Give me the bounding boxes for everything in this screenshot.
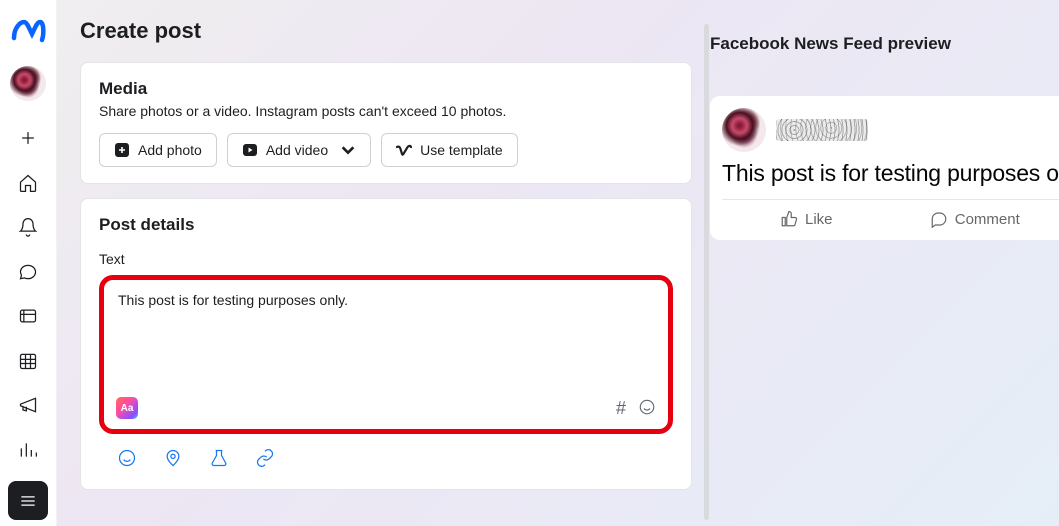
use-template-label: Use template — [420, 142, 502, 158]
avatar[interactable] — [10, 66, 46, 101]
add-video-icon — [242, 142, 258, 158]
content-icon[interactable] — [8, 297, 48, 336]
sidebar — [0, 0, 57, 526]
emoji-button[interactable] — [638, 398, 656, 419]
chevron-down-icon — [340, 142, 356, 158]
create-icon[interactable] — [8, 119, 48, 158]
vimeo-icon — [396, 142, 412, 158]
preview-author-redacted — [776, 119, 868, 141]
link-icon[interactable] — [255, 448, 275, 473]
planner-icon[interactable] — [8, 342, 48, 381]
all-tools-icon[interactable] — [8, 481, 48, 520]
page-title: Create post — [80, 18, 692, 44]
ads-icon[interactable] — [8, 386, 48, 425]
main-area: Create post Media Share photos or a vide… — [57, 0, 1059, 526]
text-field-label: Text — [99, 251, 673, 267]
ab-test-icon[interactable] — [209, 448, 229, 473]
use-template-button[interactable]: Use template — [381, 133, 517, 167]
add-photo-icon — [114, 142, 130, 158]
preview-divider[interactable] — [704, 24, 709, 520]
preview-card: This post is for testing purposes o Like… — [710, 96, 1059, 240]
add-video-button[interactable]: Add video — [227, 133, 371, 167]
media-title: Media — [99, 79, 673, 99]
meta-logo[interactable] — [10, 14, 46, 50]
add-video-label: Add video — [266, 142, 328, 158]
content-column: Create post Media Share photos or a vide… — [80, 18, 692, 526]
media-button-row: Add photo Add video Use template — [99, 133, 673, 167]
preview-post-text: This post is for testing purposes o — [722, 160, 1059, 187]
insights-icon[interactable] — [8, 431, 48, 470]
preview-panel: Facebook News Feed preview This post is … — [710, 18, 1059, 526]
notifications-icon[interactable] — [8, 208, 48, 247]
text-style-button[interactable]: Aa — [116, 397, 138, 419]
post-details-title: Post details — [99, 215, 673, 235]
like-label: Like — [805, 211, 833, 228]
media-subtitle: Share photos or a video. Instagram posts… — [99, 103, 673, 119]
post-text-input[interactable] — [104, 280, 668, 388]
home-icon[interactable] — [8, 163, 48, 202]
preview-actions: Like Comment — [722, 199, 1059, 232]
text-area-highlight: Aa # — [99, 275, 673, 434]
comment-icon — [930, 210, 948, 228]
preview-title: Facebook News Feed preview — [710, 34, 1059, 54]
add-photo-button[interactable]: Add photo — [99, 133, 217, 167]
preview-avatar — [722, 108, 766, 152]
location-icon[interactable] — [163, 448, 183, 473]
feeling-icon[interactable] — [117, 448, 137, 473]
add-photo-label: Add photo — [138, 142, 202, 158]
like-icon — [780, 210, 798, 228]
text-area-toolbar: Aa # — [104, 393, 668, 429]
like-button[interactable]: Like — [722, 206, 891, 232]
post-details-card: Post details Text Aa # — [80, 198, 692, 490]
post-options-toolbar — [99, 434, 673, 481]
media-card: Media Share photos or a video. Instagram… — [80, 62, 692, 184]
inbox-icon[interactable] — [8, 252, 48, 291]
comment-label: Comment — [955, 211, 1020, 228]
preview-header — [722, 108, 1059, 152]
hashtag-button[interactable]: # — [616, 399, 626, 417]
comment-button[interactable]: Comment — [891, 206, 1059, 232]
